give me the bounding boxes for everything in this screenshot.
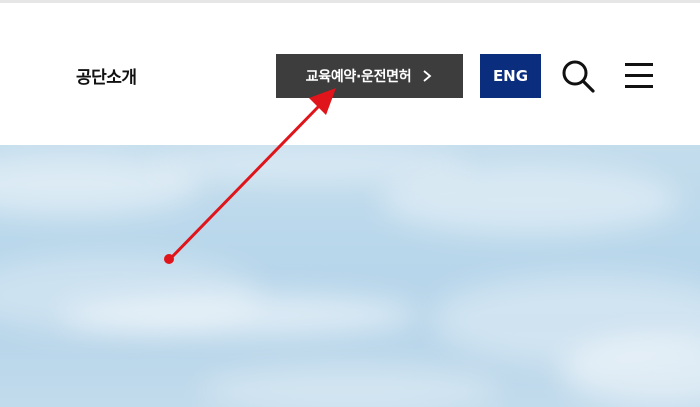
site-header: 공단소개 교육예약·운전면허 ENG	[0, 3, 700, 145]
search-icon[interactable]	[560, 58, 596, 94]
nav-link-about[interactable]: 공단소개	[76, 63, 137, 88]
english-language-button[interactable]: ENG	[480, 54, 541, 98]
booking-license-button[interactable]: 교육예약·운전면허	[276, 54, 463, 98]
page: 공단소개 교육예약·운전면허 ENG	[0, 0, 700, 407]
hamburger-menu-icon[interactable]	[624, 60, 654, 92]
hero-sky-banner	[0, 145, 700, 407]
english-language-label: ENG	[492, 67, 529, 85]
chevron-right-icon	[423, 70, 432, 82]
booking-license-label: 교육예약·운전면허	[305, 69, 412, 85]
